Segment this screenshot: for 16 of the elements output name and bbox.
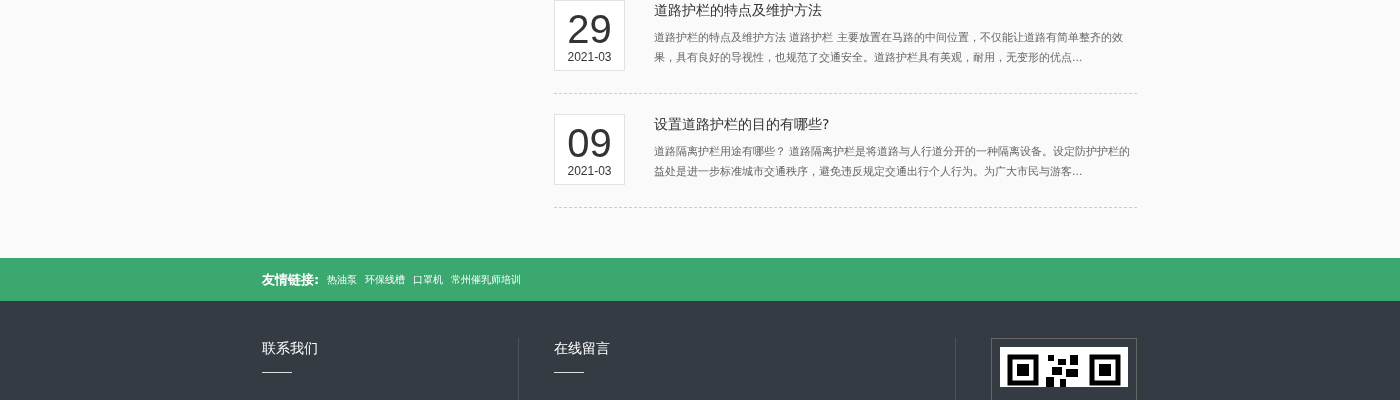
friend-links-label: 友情链接:	[262, 270, 320, 289]
news-summary: 道路隔离护栏用途有哪些？ 道路隔离护栏是将道路与人行道分开的一种隔离设备。设定防护护栏的益处是进一步标准城市交通秩序，避免违反规定交通出行个人行为。为广大市民与游客...	[654, 144, 1132, 180]
date-month: 2021-03	[567, 49, 612, 64]
date-day: 29	[567, 7, 612, 50]
friend-link[interactable]: 口罩机	[413, 272, 444, 287]
qr-code-icon	[1000, 347, 1128, 387]
friend-link[interactable]: 热油泵	[327, 272, 358, 287]
date-month: 2021-03	[567, 163, 612, 178]
friend-link[interactable]: 环保线槽	[365, 272, 406, 287]
news-title-link[interactable]: 道路护栏的特点及维护方法	[654, 0, 1137, 20]
footer-heading: 联系我们	[262, 340, 318, 356]
date-day: 09	[567, 121, 612, 164]
news-title-link[interactable]: 设置道路护栏的目的有哪些?	[654, 114, 1137, 134]
news-summary: 道路护栏的特点及维护方法 道路护栏 主要放置在马路的中间位置，不仅能让道路有简单整齐的效果，具有良好的导视性，也规范了交通安全。道路护栏具有美观，耐用，无变形的优点...	[654, 30, 1124, 66]
footer-heading: 在线留言	[554, 340, 610, 356]
friend-link[interactable]: 常州催乳师培训	[451, 272, 522, 287]
